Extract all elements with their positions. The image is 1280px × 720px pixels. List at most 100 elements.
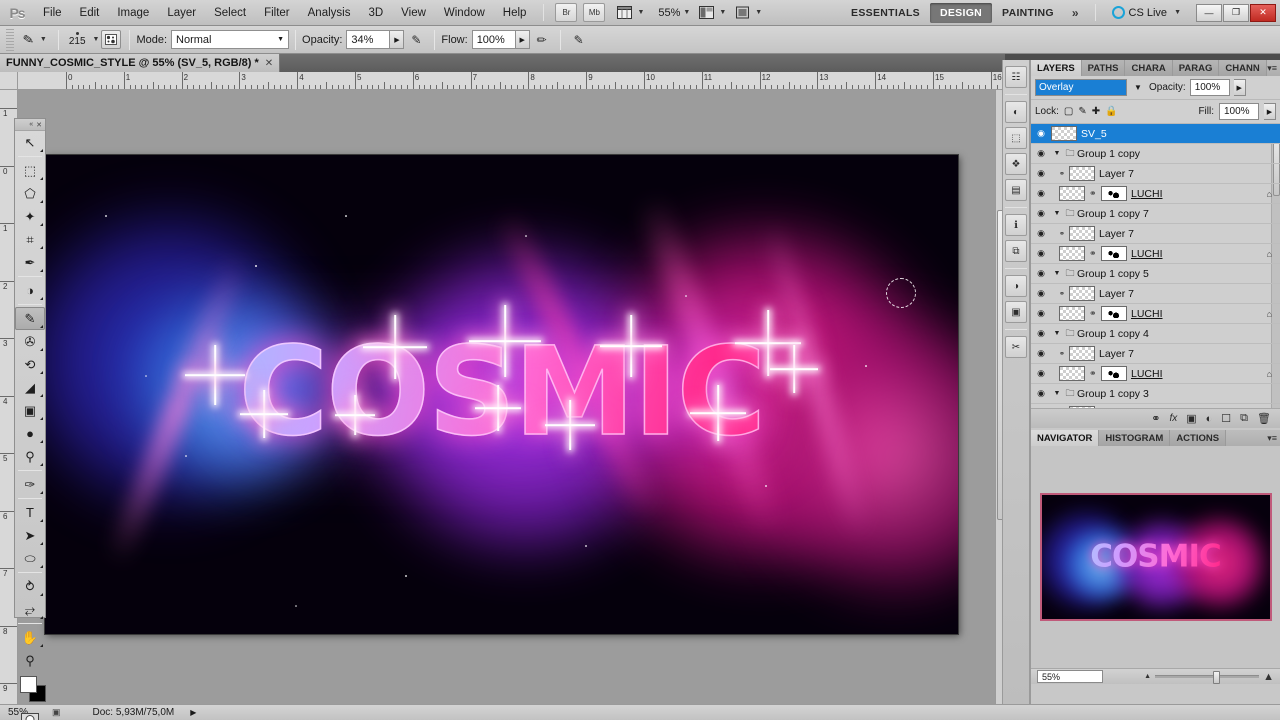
layer-visibility-eye-icon[interactable]: ◉ [1031,168,1051,179]
spot-healing-brush-tool[interactable]: ◑ [15,279,45,302]
layer-mask-thumbnail[interactable] [1101,306,1127,321]
document-tab[interactable]: FUNNY_COSMIC_STYLE @ 55% (SV_5, RGB/8) *… [0,54,281,72]
workspace-essentials[interactable]: ESSENTIALS [841,3,930,23]
layer-effects-icon[interactable]: ⌂ [1267,309,1272,319]
3d-camera-rotate-tool[interactable]: ⥂ [15,598,45,621]
group-expand-chevron-down-icon[interactable]: ▼ [1051,330,1063,337]
quick-mask-mode-icon[interactable] [15,710,45,720]
lock-transparent-pixels-icon[interactable]: ▢ [1064,106,1073,117]
tool-preset-chevron-down-icon[interactable]: ▼ [40,36,47,43]
add-layer-mask-icon[interactable]: ▣ [1186,412,1196,425]
layer-thumbnail[interactable] [1069,286,1095,301]
tab-paths[interactable]: PATHS [1081,60,1126,76]
layer-list[interactable]: ◉ SV_5 ◉ ▼ 🗀 Group 1 copy ◉ ⚭ Layer 7 ◉ ⚭ LUCHI ⌂ ◉ ▼ 🗀… [1031,124,1280,408]
lasso-tool[interactable]: ⬠ [15,182,45,205]
layer-thumbnail[interactable] [1051,126,1077,141]
menu-layer[interactable]: Layer [158,3,205,23]
layer-visibility-eye-icon[interactable]: ◉ [1031,328,1051,339]
layer-visibility-eye-icon[interactable]: ◉ [1031,268,1051,279]
mini-bridge-icon[interactable]: Mb [583,3,606,22]
status-expand-icon[interactable]: ▶ [190,708,196,717]
ellipse-shape-tool[interactable]: ⬭ [15,547,45,570]
screen-mode-chevron-down-icon[interactable]: ▼ [719,9,726,16]
table-row[interactable]: ◉ ⚭ LUCHI ⌂ [1031,244,1280,264]
layer-name[interactable]: Layer 7 [1099,288,1280,300]
new-layer-icon[interactable]: ⧉ [1240,412,1248,425]
close-icon[interactable]: ✕ [265,58,273,69]
layer-blend-chevron-down-icon[interactable]: ▼ [1131,79,1145,96]
eraser-tool[interactable]: ◢ [15,376,45,399]
blend-mode-select[interactable]: Normal ▼ [171,30,290,49]
screen-mode-icon[interactable] [696,4,716,22]
clone-source-panel-icon[interactable]: ✂ [1005,336,1027,358]
table-row[interactable]: ◉⚭Layer 7 [1031,224,1280,244]
tab-paragraph[interactable]: PARAG [1172,60,1220,76]
3d-object-rotate-tool[interactable]: ⥁ [15,575,45,598]
layer-name[interactable]: Layer 7 [1099,228,1280,240]
tab-channels[interactable]: CHANN [1219,60,1267,76]
layer-visibility-eye-icon[interactable]: ◉ [1031,388,1051,399]
menu-analysis[interactable]: Analysis [299,3,360,23]
mask-link-icon[interactable]: ⚭ [1089,188,1101,199]
layer-group-row[interactable]: ◉ ▼ 🗀 Group 1 copy 4 [1031,324,1280,344]
zoom-in-icon[interactable]: ▲ [1263,671,1274,683]
menu-edit[interactable]: Edit [71,3,109,23]
history-brush-tool[interactable]: ⟲ [15,353,45,376]
eyedropper-tool[interactable]: ✒ [15,251,45,274]
layer-visibility-eye-icon[interactable]: ◉ [1031,368,1051,379]
layers-panel-menu-icon[interactable]: ▾≡ [1267,63,1277,74]
view-extras-icon[interactable] [614,4,634,22]
layer-comps-panel-icon[interactable]: ⧉ [1005,240,1027,262]
slider-track[interactable] [1155,671,1260,684]
horizontal-ruler[interactable]: 0 1 2 3 4 5 6 7 8 9 10 11 12 13 14 15 16 [18,72,1005,90]
styles-panel-icon[interactable]: ▤ [1005,179,1027,201]
table-row[interactable]: ◉ ⚭ LUCHI ⌂ [1031,304,1280,324]
history-panel-icon[interactable]: ☷ [1005,66,1027,88]
info-panel-icon[interactable]: ℹ [1005,214,1027,236]
layer-thumbnail[interactable] [1069,346,1095,361]
layer-opacity-input[interactable]: 100% [1189,79,1230,96]
bridge-icon[interactable]: Br [555,3,578,22]
horizontal-type-tool[interactable]: T [15,501,45,524]
layer-style-fx-icon[interactable]: fx [1169,413,1177,424]
layer-visibility-eye-icon[interactable]: ◉ [1031,308,1051,319]
navigator-panel-menu-icon[interactable]: ▾≡ [1267,433,1277,444]
opacity-input[interactable]: 34% [346,30,391,49]
table-row[interactable]: ◉ ⚭ LUCHI ⌂ [1031,184,1280,204]
layer-thumbnail[interactable] [1059,306,1085,321]
workspace-design[interactable]: DESIGN [929,2,993,23]
layer-fill-input[interactable]: 100% [1219,103,1259,120]
layer-name[interactable]: LUCHI [1131,368,1280,380]
new-adjustment-layer-icon[interactable]: ◐ [1206,413,1213,425]
table-row[interactable]: ◉ ⚭ LUCHI ⌂ [1031,364,1280,384]
layer-effects-icon[interactable]: ⌂ [1267,369,1272,379]
minimize-button[interactable]: — [1196,3,1222,22]
brush-tool[interactable]: ✎ [15,307,45,330]
table-row[interactable]: ◉⚭Layer 7 [1031,404,1280,408]
zoom-tool[interactable]: ⚲ [15,649,45,672]
masks-panel-icon[interactable]: ⬚ [1005,127,1027,149]
layer-name[interactable]: Layer 7 [1099,348,1280,360]
menu-file[interactable]: File [34,3,71,23]
layer-group-row[interactable]: ◉ ▼ 🗀 Group 1 copy 5 [1031,264,1280,284]
menu-view[interactable]: View [392,3,435,23]
artboard[interactable]: COSMIC [45,155,958,634]
lock-image-pixels-icon[interactable]: ✎ [1078,106,1086,117]
lock-position-icon[interactable]: ✚ [1092,106,1100,117]
airbrush-icon[interactable]: ✏ [532,30,552,50]
foreground-color-swatch[interactable] [20,676,37,693]
arrange-chevron-down-icon[interactable]: ▼ [755,9,762,16]
menu-help[interactable]: Help [494,3,536,23]
layer-thumbnail[interactable] [1069,166,1095,181]
path-selection-tool[interactable]: ➤ [15,524,45,547]
adjustments-panel-icon[interactable]: ◐ [1005,101,1027,123]
workspace-more-icon[interactable]: » [1064,6,1087,20]
layer-opacity-stepper[interactable]: ▶ [1233,79,1246,96]
tab-layers[interactable]: LAYERS [1031,60,1082,76]
move-tool[interactable]: ↖ [15,131,45,154]
tool-preset-picker[interactable]: ✎ ▼ [18,31,52,48]
layer-mask-thumbnail[interactable] [1101,366,1127,381]
layer-effects-icon[interactable]: ⌂ [1267,189,1272,199]
layer-name[interactable]: SV_5 [1081,128,1280,140]
lock-all-icon[interactable]: 🔒 [1105,106,1117,117]
